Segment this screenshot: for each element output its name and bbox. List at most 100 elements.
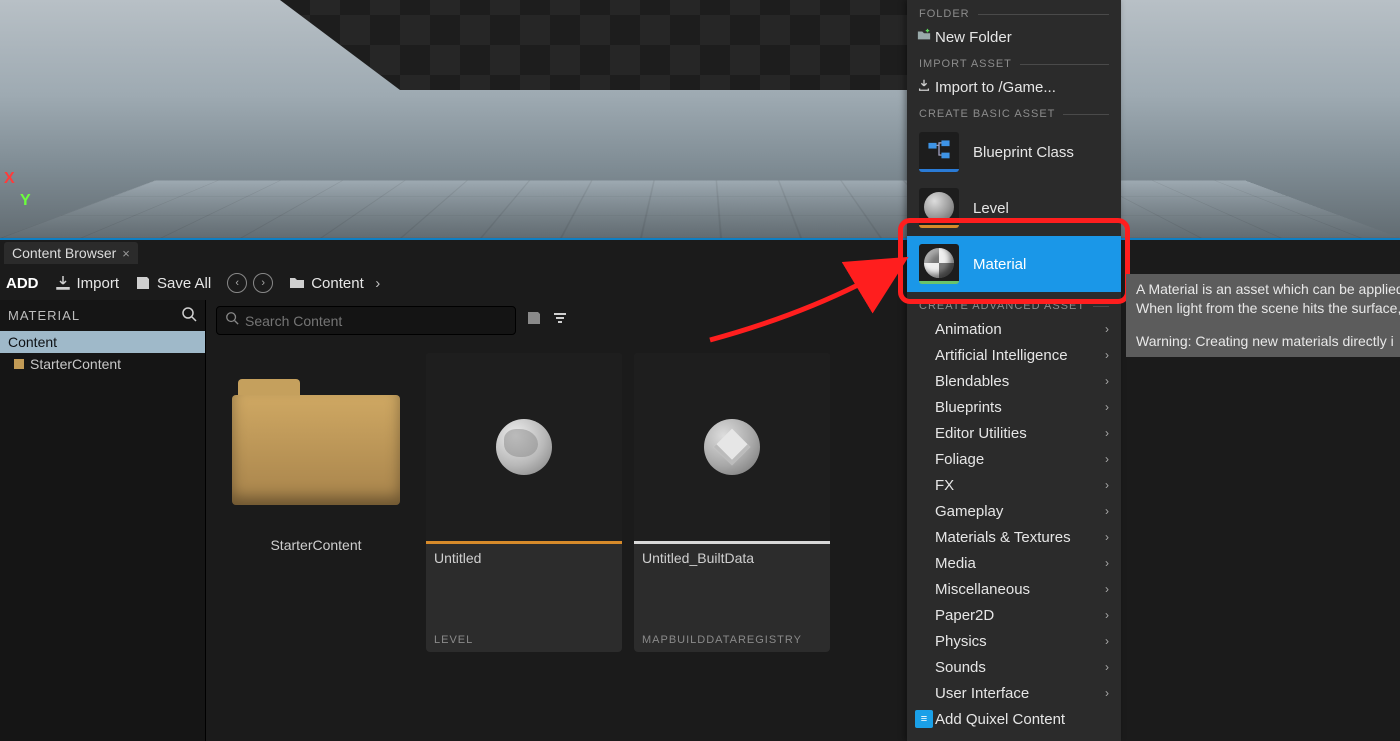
ctx-blueprints-label: Blueprints xyxy=(935,399,1002,416)
ctx-section-basic: CREATE BASIC ASSET xyxy=(907,100,1121,124)
tree-row-content[interactable]: Content xyxy=(0,331,205,353)
asset-builddata[interactable]: Untitled_BuiltData MAPBUILDDATAREGISTRY xyxy=(634,353,830,652)
tree-row-startercontent[interactable]: StarterContent xyxy=(0,353,205,375)
ctx-import-to[interactable]: Import to /Game... xyxy=(907,74,1121,100)
import-icon xyxy=(55,275,71,291)
ctx-level-label: Level xyxy=(973,200,1009,217)
ctx-misc-label: Miscellaneous xyxy=(935,581,1030,598)
folder-icon xyxy=(232,379,400,505)
ctx-sounds[interactable]: Sounds› xyxy=(907,654,1121,680)
ctx-blueprint-class-label: Blueprint Class xyxy=(973,144,1074,161)
asset-level-type: LEVEL xyxy=(434,634,614,646)
search-input[interactable] xyxy=(216,306,516,335)
asset-grid: StarterContent Untitled LEVEL Untitled xyxy=(206,341,1400,664)
nav-back-button[interactable]: ‹ xyxy=(227,273,247,293)
content-browser-tabbar: Content Browser × xyxy=(0,238,1400,266)
ctx-blendables-label: Blendables xyxy=(935,373,1009,390)
close-icon[interactable]: × xyxy=(122,246,130,261)
ctx-paper2d-label: Paper2D xyxy=(935,607,994,624)
ctx-paper2d[interactable]: Paper2D› xyxy=(907,602,1121,628)
ctx-blendables[interactable]: Blendables › xyxy=(907,368,1121,394)
save-icon xyxy=(135,275,151,291)
ctx-foliage[interactable]: Foliage› xyxy=(907,446,1121,472)
ctx-gameplay-label: Gameplay xyxy=(935,503,1003,520)
chevron-right-icon: › xyxy=(1105,348,1109,362)
ctx-new-folder-label: New Folder xyxy=(935,29,1012,46)
chevron-right-icon: › xyxy=(1105,374,1109,388)
chevron-right-icon: › xyxy=(1105,634,1109,648)
ctx-blueprints[interactable]: Blueprints › xyxy=(907,394,1121,420)
asset-view: StarterContent Untitled LEVEL Untitled xyxy=(206,300,1400,741)
ctx-physics[interactable]: Physics › xyxy=(907,628,1121,654)
ctx-material-label: Material xyxy=(973,256,1026,273)
chevron-right-icon: › xyxy=(1105,504,1109,518)
ctx-gameplay[interactable]: Gameplay › xyxy=(907,498,1121,524)
ctx-new-folder[interactable]: New Folder xyxy=(907,24,1121,50)
filter-icon[interactable] xyxy=(552,310,568,331)
ctx-section-advanced: CREATE ADVANCED ASSET xyxy=(907,292,1121,316)
ctx-misc[interactable]: Miscellaneous › xyxy=(907,576,1121,602)
new-folder-icon xyxy=(917,28,931,46)
ctx-media-label: Media xyxy=(935,555,976,572)
tooltip-line2: When light from the scene hits the surfa… xyxy=(1136,299,1400,318)
ctx-level[interactable]: Level xyxy=(907,180,1121,236)
chevron-right-icon: › xyxy=(1105,426,1109,440)
level-icon xyxy=(919,188,959,228)
ctx-animation[interactable]: Animation› xyxy=(907,316,1121,342)
import-icon xyxy=(917,78,931,96)
ctx-physics-label: Physics xyxy=(935,633,987,650)
ctx-fx-label: FX xyxy=(935,477,954,494)
content-browser-body: MATERIAL Content StarterContent xyxy=(0,300,1400,741)
source-tree: Content StarterContent xyxy=(0,331,205,375)
add-context-menu: FOLDER New Folder IMPORT ASSET Import to… xyxy=(907,0,1121,741)
add-button[interactable]: ADD xyxy=(6,275,39,292)
source-tree-panel: MATERIAL Content StarterContent xyxy=(0,300,206,741)
axis-gizmo: X Y xyxy=(4,170,15,188)
ctx-blueprint-class[interactable]: Blueprint Class xyxy=(907,124,1121,180)
nav-forward-button[interactable]: › xyxy=(253,273,273,293)
material-icon xyxy=(919,244,959,284)
builddata-thumb-icon xyxy=(704,419,760,475)
viewport-3d[interactable]: X Y xyxy=(0,0,1400,238)
chevron-right-icon: › xyxy=(1105,400,1109,414)
ctx-fx[interactable]: FX› xyxy=(907,472,1121,498)
chevron-right-icon: › xyxy=(1105,530,1109,544)
ctx-ai[interactable]: Artificial Intelligence› xyxy=(907,342,1121,368)
ctx-media[interactable]: Media› xyxy=(907,550,1121,576)
ctx-user-interface[interactable]: User Interface› xyxy=(907,680,1121,706)
ctx-quixel[interactable]: ≡ Add Quixel Content xyxy=(907,706,1121,732)
ctx-editor-utilities-label: Editor Utilities xyxy=(935,425,1027,442)
asset-folder-startercontent[interactable]: StarterContent xyxy=(218,353,414,559)
ctx-section-folder: FOLDER xyxy=(907,0,1121,24)
asset-builddata-name: Untitled_BuiltData xyxy=(642,550,822,566)
tree-row-startercontent-label: StarterContent xyxy=(30,356,121,372)
save-filter-icon[interactable] xyxy=(526,310,542,331)
viewport-floor xyxy=(0,180,1400,238)
source-tree-header-label: MATERIAL xyxy=(8,308,80,323)
import-button-label: Import xyxy=(77,275,120,292)
breadcrumb[interactable]: Content › xyxy=(289,275,386,292)
quixel-icon: ≡ xyxy=(915,710,933,728)
content-browser-tab[interactable]: Content Browser × xyxy=(4,242,138,264)
material-tooltip: A Material is an asset which can be appl… xyxy=(1126,274,1400,357)
import-button[interactable]: Import xyxy=(55,275,120,292)
tree-row-content-label: Content xyxy=(8,334,57,350)
asset-level-untitled[interactable]: Untitled LEVEL xyxy=(426,353,622,652)
tooltip-line1: A Material is an asset which can be appl… xyxy=(1136,280,1400,299)
ctx-materials-textures[interactable]: Materials & Textures › xyxy=(907,524,1121,550)
search-input-field[interactable] xyxy=(245,313,507,329)
ctx-editor-utilities[interactable]: Editor Utilities › xyxy=(907,420,1121,446)
chevron-right-icon: › xyxy=(370,275,386,291)
search-icon[interactable] xyxy=(181,306,197,325)
axis-y-label: Y xyxy=(20,192,31,210)
ctx-material[interactable]: Material xyxy=(907,236,1121,292)
ctx-foliage-label: Foliage xyxy=(935,451,984,468)
tooltip-warning: Warning: Creating new materials directly… xyxy=(1136,332,1400,351)
asset-level-name: Untitled xyxy=(434,550,614,566)
chevron-right-icon: › xyxy=(1105,582,1109,596)
asset-folder-label: StarterContent xyxy=(226,537,406,553)
save-all-button[interactable]: Save All xyxy=(135,275,211,292)
content-browser-tab-label: Content Browser xyxy=(12,245,116,261)
ctx-materials-textures-label: Materials & Textures xyxy=(935,529,1071,546)
blueprint-icon xyxy=(919,132,959,172)
